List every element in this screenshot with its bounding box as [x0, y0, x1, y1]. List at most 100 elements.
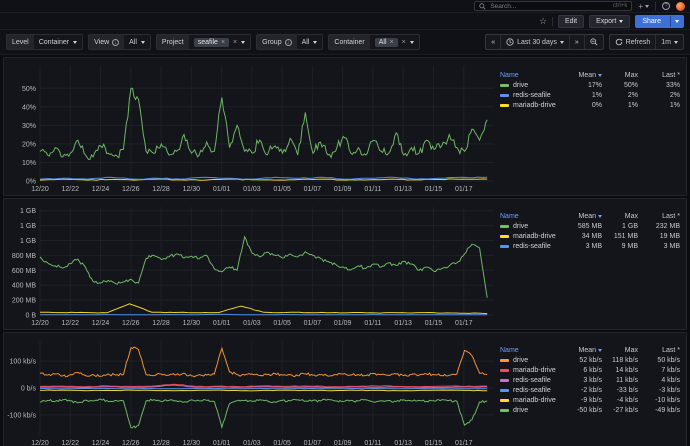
favorite-star-icon[interactable]: ☆ — [539, 16, 547, 27]
filter-label: Level — [7, 35, 34, 49]
remove-chip-icon[interactable]: × — [390, 39, 394, 46]
legend-column-header[interactable]: Name — [500, 345, 562, 355]
chevron-down-icon — [241, 41, 245, 44]
legend-mean-value: 1% — [562, 90, 602, 100]
legend-column-header[interactable]: Last * — [638, 345, 680, 355]
legend-column-header[interactable]: Name — [500, 211, 562, 221]
clock-icon — [506, 38, 514, 46]
filter-chip[interactable]: All× — [375, 38, 398, 47]
legend-mean-value: -9 kb/s — [562, 395, 602, 405]
panel-memory-usage[interactable]: 0 B200 MB400 MB600 MB800 MB1 GB1 GB1 GB1… — [3, 198, 687, 330]
panel-cpu-usage[interactable]: 0%10%20%30%40%50%12/2012/2212/2412/2612/… — [3, 57, 687, 196]
refresh-interval-picker[interactable]: 1m — [655, 35, 683, 49]
legend-series-name[interactable]: mariadb-drive — [500, 395, 562, 405]
clear-filter-icon[interactable]: × — [402, 39, 406, 46]
chevron-down-icon — [645, 5, 649, 8]
x-axis-tick-label: 01/09 — [334, 320, 352, 327]
x-axis-tick-label: 12/30 — [183, 440, 201, 446]
legend-column-header[interactable]: Last * — [638, 70, 680, 80]
y-axis-tick-label: 1 GB — [20, 208, 36, 215]
legend-column-header[interactable]: Mean — [562, 345, 602, 355]
legend-table: NameMeanMaxLast *drive17%50%33%redis-sea… — [500, 70, 680, 110]
filter-value-dropdown[interactable]: All×× — [370, 35, 419, 49]
share-menu-button[interactable] — [670, 16, 683, 27]
filter-chip[interactable]: seafile× — [194, 38, 229, 47]
filter-value-dropdown[interactable]: All — [297, 35, 323, 49]
x-axis-tick-label: 01/05 — [273, 320, 291, 327]
legend-series-name[interactable]: redis-seafile — [500, 375, 562, 385]
refresh-button[interactable]: Refresh — [610, 35, 656, 49]
add-button[interactable]: + — [638, 2, 649, 11]
legend-mean-value: 585 MB — [562, 221, 602, 231]
chevron-down-icon — [674, 41, 678, 44]
filter-label: Groupi — [257, 35, 296, 49]
legend-max-value: -4 kb/s — [602, 395, 638, 405]
legend-column-header[interactable]: Max — [602, 345, 638, 355]
legend-series-name[interactable]: drive — [500, 80, 562, 90]
refresh-interval-label: 1m — [661, 39, 671, 46]
legend-last-value: 19 MB — [638, 231, 680, 241]
series-color-swatch — [500, 235, 509, 238]
x-axis-tick-label: 01/05 — [273, 186, 291, 193]
user-avatar[interactable] — [676, 2, 685, 11]
legend-column-header[interactable]: Name — [500, 70, 562, 80]
memory-usage-legend: NameMeanMaxLast *drive585 MB1 GB232 MBma… — [500, 199, 686, 329]
legend-mean-value: 3 kb/s — [562, 375, 602, 385]
export-button[interactable]: Export — [589, 15, 630, 28]
legend-max-value: 151 MB — [602, 231, 638, 241]
x-axis-tick-label: 12/22 — [62, 320, 80, 327]
x-axis-tick-label: 01/03 — [243, 320, 261, 327]
x-axis-tick-label: 12/30 — [183, 320, 201, 327]
legend-max-value: 1% — [602, 100, 638, 110]
panel-network-io[interactable]: -100 kb/s0 b/s100 kb/s12/2012/2212/2412/… — [3, 332, 687, 446]
x-axis-tick-label: 01/11 — [364, 320, 381, 327]
filter-value-dropdown[interactable]: All — [124, 35, 150, 49]
x-axis-tick-label: 01/17 — [455, 320, 473, 327]
legend-series-name[interactable]: redis-seafile — [500, 385, 562, 395]
share-button[interactable]: Share — [636, 16, 667, 27]
divider — [655, 2, 656, 11]
legend-last-value: 232 MB — [638, 221, 680, 231]
y-axis-tick-label: 0 b/s — [21, 386, 37, 393]
x-axis-tick-label: 01/07 — [304, 320, 322, 327]
legend-series-name[interactable]: mariadb-drive — [500, 365, 562, 375]
zoom-out-button[interactable] — [584, 35, 603, 49]
filter-value-dropdown[interactable]: Container — [34, 35, 82, 49]
dashboard-action-bar: ☆ Edit Export Share — [0, 13, 690, 30]
time-shift-forward-button[interactable]: » — [569, 35, 584, 49]
refresh-controls: Refresh 1m — [609, 34, 684, 50]
clear-filter-icon[interactable]: × — [233, 39, 237, 46]
legend-series-name[interactable]: drive — [500, 221, 562, 231]
refresh-label: Refresh — [626, 39, 651, 46]
legend-series-name[interactable]: mariadb-drive — [500, 231, 562, 241]
y-axis-tick-label: 100 kb/s — [10, 359, 37, 366]
time-range-picker[interactable]: Last 30 days — [500, 35, 569, 49]
legend-column-header[interactable]: Max — [602, 70, 638, 80]
filter-value-dropdown[interactable]: seafile×× — [189, 35, 250, 49]
legend-column-header[interactable]: Mean — [562, 211, 602, 221]
edit-button[interactable]: Edit — [558, 15, 584, 28]
x-axis-tick-label: 12/24 — [92, 320, 110, 327]
legend-column-header[interactable]: Last * — [638, 211, 680, 221]
chevron-down-icon — [619, 20, 623, 23]
legend-column-header[interactable]: Max — [602, 211, 638, 221]
legend-series-name[interactable]: redis-seafile — [500, 90, 562, 100]
x-axis-tick-label: 01/13 — [394, 186, 412, 193]
help-icon[interactable]: ? — [662, 2, 670, 10]
remove-chip-icon[interactable]: × — [221, 39, 225, 46]
legend-mean-value: 0% — [562, 100, 602, 110]
legend-series-name[interactable]: mariadb-drive — [500, 100, 562, 110]
series-name-label: mariadb-drive — [513, 233, 556, 240]
time-shift-back-button[interactable]: « — [486, 35, 500, 49]
series-color-swatch — [500, 379, 509, 382]
legend-column-header[interactable]: Mean — [562, 70, 602, 80]
legend-series-name[interactable]: redis-seafile — [500, 241, 562, 251]
legend-series-name[interactable]: drive — [500, 405, 562, 415]
divider — [552, 17, 553, 26]
zoom-out-icon — [590, 38, 598, 46]
search-input[interactable]: Search... ctrl+k — [474, 1, 632, 11]
y-axis-tick-label: 30% — [22, 123, 36, 130]
legend-series-name[interactable]: drive — [500, 355, 562, 365]
info-icon: i — [112, 39, 119, 46]
legend-last-value: -49 kb/s — [638, 405, 680, 415]
